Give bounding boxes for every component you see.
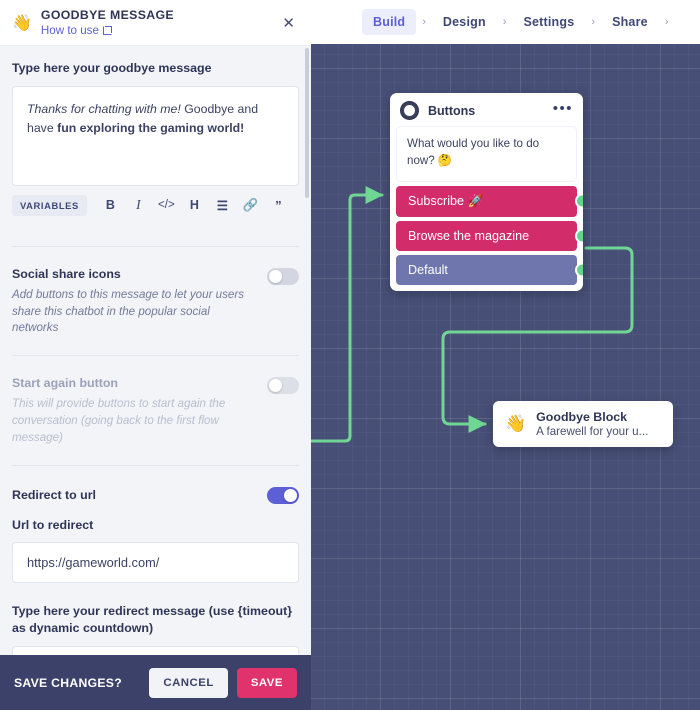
node-goodbye-title: Goodbye Block — [536, 410, 628, 424]
redirect-url-label: Url to redirect — [12, 517, 94, 532]
panel-header-texts: GOODBYE MESSAGE How to use — [41, 8, 281, 37]
node-buttons-bubble-text: What would you like to do now? 🤔 — [396, 126, 577, 182]
italic-icon[interactable]: I — [126, 197, 151, 213]
wave-hand-emoji: 👋 — [12, 14, 32, 32]
redirect-message-label: Type here your redirect message (use {ti… — [12, 604, 293, 635]
close-icon[interactable]: ✕ — [280, 10, 297, 36]
nav-separator-2: › — [502, 16, 507, 28]
node-option-subscribe[interactable]: Subscribe 🚀 — [396, 185, 583, 217]
nav-tab-settings[interactable]: Settings — [512, 9, 585, 35]
output-port-default[interactable] — [575, 262, 583, 278]
social-share-toggle[interactable] — [267, 267, 299, 285]
external-link-icon — [102, 26, 112, 35]
goodbye-message-label: Type here your goodbye message — [12, 61, 212, 75]
output-port-browse[interactable] — [575, 228, 583, 244]
output-port-subscribe[interactable] — [575, 193, 583, 209]
node-option-default-label: Default — [408, 262, 448, 277]
list-icon[interactable]: ☰ — [210, 198, 235, 213]
node-buttons-header: Buttons ••• — [390, 93, 583, 126]
start-again-section: Start again button This will provide but… — [12, 356, 299, 446]
nav-tab-design[interactable]: Design — [432, 9, 497, 35]
redirect-toggle-knob — [284, 488, 297, 502]
node-buttons-title: Buttons — [428, 103, 476, 118]
node-option-default[interactable]: Default — [396, 254, 583, 285]
redirect-url-input[interactable]: https://gameworld.com/ — [12, 542, 299, 584]
save-button[interactable]: SAVE — [236, 667, 297, 698]
panel-title: GOODBYE MESSAGE — [40, 8, 174, 22]
node-option-subscribe-label: Subscribe 🚀 — [408, 193, 484, 208]
nav-separator-3: › — [591, 16, 596, 28]
start-again-toggle-knob — [269, 379, 282, 393]
node-option-browse[interactable]: Browse the magazine — [396, 220, 583, 251]
link-icon[interactable]: 🔗 — [238, 198, 263, 213]
code-icon[interactable]: </> — [154, 199, 179, 211]
how-to-use-link[interactable]: How to use — [41, 24, 281, 37]
rich-text-toolbar: VARIABLES B I </> H ☰ 🔗 ” — [12, 186, 299, 228]
start-again-title: Start again button — [12, 376, 119, 391]
node-goodbye-block[interactable]: 👋 Goodbye Block A farewell for your u... — [493, 401, 673, 447]
nav-separator-4: › — [664, 16, 669, 28]
nav-tab-share[interactable]: Share — [601, 9, 659, 35]
node-goodbye-texts: Goodbye Block A farewell for your u... — [536, 410, 648, 438]
node-buttons[interactable]: Buttons ••• What would you like to do no… — [390, 93, 583, 291]
redirect-message-input[interactable]: You'll be redirected in a few seconds! — [12, 645, 299, 655]
save-changes-question: SAVE CHANGES? — [14, 675, 122, 690]
cancel-button[interactable]: CANCEL — [149, 667, 228, 698]
panel-scroll-content: Type here your goodbye message Thanks fo… — [0, 46, 311, 655]
goodbye-message-italic: Thanks for chatting with me! — [27, 101, 181, 116]
redirect-toggle[interactable] — [267, 486, 299, 504]
nav-items: Build › Design › Settings › Share › — [310, 9, 674, 35]
node-goodbye-subtitle: A farewell for your u... — [536, 425, 649, 438]
node-option-browse-label: Browse the magazine — [408, 228, 530, 243]
save-changes-bar: SAVE CHANGES? CANCEL SAVE — [0, 655, 311, 710]
quote-icon[interactable]: ” — [266, 198, 291, 213]
how-to-use-label: How to use — [40, 24, 99, 37]
nav-separator-1: › — [422, 16, 426, 28]
social-share-title: Social share icons — [12, 266, 121, 281]
social-share-section: Social share icons Add buttons to this m… — [12, 247, 299, 337]
edge-incoming-to-buttons — [310, 186, 384, 443]
panel-header: 👋 GOODBYE MESSAGE How to use ✕ — [0, 0, 311, 46]
node-buttons-body: What would you like to do now? 🤔 Subscri… — [390, 126, 583, 291]
nav-tab-build[interactable]: Build — [362, 9, 417, 35]
goodbye-message-input[interactable]: Thanks for chatting with me! Goodbye and… — [12, 85, 299, 186]
circle-ring-icon — [401, 102, 418, 119]
goodbye-message-bold: fun exploring the gaming world! — [57, 120, 245, 135]
flow-canvas[interactable]: Buttons ••• What would you like to do no… — [310, 0, 700, 710]
variables-button[interactable]: VARIABLES — [12, 194, 87, 216]
wave-hand-emoji: 👋 — [505, 414, 527, 433]
bold-icon[interactable]: B — [98, 198, 123, 212]
start-again-toggle[interactable] — [267, 377, 299, 395]
panel-scrollbar[interactable] — [305, 48, 309, 198]
social-share-description: Add buttons to this message to let your … — [12, 287, 244, 335]
heading-icon[interactable]: H — [182, 198, 207, 212]
goodbye-message-panel: 👋 GOODBYE MESSAGE How to use ✕ Type here… — [0, 0, 311, 710]
node-buttons-menu-icon[interactable]: ••• — [553, 101, 573, 117]
start-again-description: This will provide buttons to start again… — [12, 397, 226, 444]
social-share-toggle-knob — [269, 269, 282, 283]
top-navigation-bar: Build › Design › Settings › Share › — [310, 0, 700, 44]
redirect-section: Redirect to url Url to redirect https://… — [12, 466, 299, 655]
redirect-title: Redirect to url — [12, 487, 96, 502]
